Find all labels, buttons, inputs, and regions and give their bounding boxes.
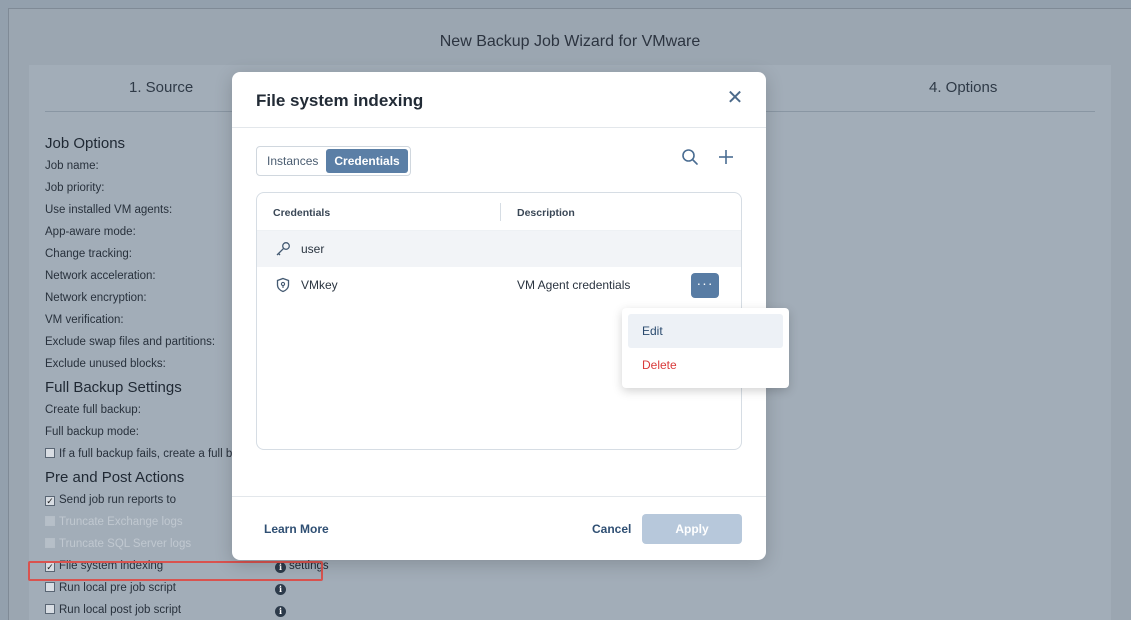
row-more-button[interactable]: ···: [691, 273, 719, 298]
tab-credentials[interactable]: Credentials: [326, 149, 408, 173]
truncate-sql-label: Truncate SQL Server logs: [59, 538, 192, 550]
post-script-option[interactable]: Run local post job script i: [45, 599, 345, 620]
column-divider[interactable]: [500, 203, 501, 221]
menu-item-edit[interactable]: Edit: [628, 314, 783, 348]
pre-script-checkbox[interactable]: [45, 582, 55, 592]
column-header-description[interactable]: Description: [517, 207, 575, 219]
info-icon: i: [275, 606, 286, 617]
dialog-header: File system indexing ✕: [232, 72, 766, 128]
info-icon: i: [275, 584, 286, 595]
truncate-exchange-checkbox: [45, 516, 55, 526]
toolbar-actions: [680, 148, 736, 170]
credential-name: VMkey: [301, 278, 338, 292]
highlight-annotation: [28, 561, 323, 581]
post-script-info[interactable]: i: [275, 599, 286, 620]
credential-description: VM Agent credentials: [517, 278, 631, 292]
menu-item-delete[interactable]: Delete: [628, 348, 783, 382]
learn-more-link[interactable]: Learn More: [264, 522, 329, 536]
apply-button[interactable]: Apply: [642, 514, 742, 544]
credential-name: user: [301, 242, 325, 256]
cancel-button[interactable]: Cancel: [592, 522, 631, 536]
pre-script-label: Run local pre job script: [59, 582, 176, 594]
send-reports-checkbox[interactable]: [45, 496, 55, 506]
tab-switcher: Instances Credentials: [256, 146, 411, 176]
send-reports-label: Send job run reports to: [59, 494, 176, 506]
tab-instances[interactable]: Instances: [259, 149, 326, 173]
table-header: Credentials Description: [257, 193, 741, 231]
truncate-exchange-label: Truncate Exchange logs: [59, 516, 183, 528]
add-icon[interactable]: [716, 148, 736, 170]
search-icon[interactable]: [680, 148, 700, 170]
step-source[interactable]: 1. Source: [129, 79, 193, 96]
shield-icon: [275, 277, 291, 293]
dialog-toolbar: Instances Credentials: [256, 146, 742, 176]
full-fail-label: If a full backup fails, create a full b: [59, 448, 233, 460]
table-row[interactable]: user: [257, 231, 741, 267]
row-actions-menu: Edit Delete: [622, 308, 789, 388]
table-row[interactable]: VMkey VM Agent credentials ···: [257, 267, 741, 303]
full-fail-checkbox[interactable]: [45, 448, 55, 458]
truncate-sql-checkbox: [45, 538, 55, 548]
column-header-credentials[interactable]: Credentials: [273, 207, 330, 219]
dialog-title: File system indexing: [256, 91, 424, 110]
post-script-label: Run local post job script: [59, 604, 182, 616]
key-icon: [275, 241, 291, 257]
close-icon[interactable]: ✕: [726, 88, 744, 108]
step-options[interactable]: 4. Options: [929, 79, 997, 96]
post-script-checkbox[interactable]: [45, 604, 55, 614]
dialog-footer: Learn More Cancel Apply: [232, 496, 766, 560]
wizard-title: New Backup Job Wizard for VMware: [439, 33, 701, 50]
